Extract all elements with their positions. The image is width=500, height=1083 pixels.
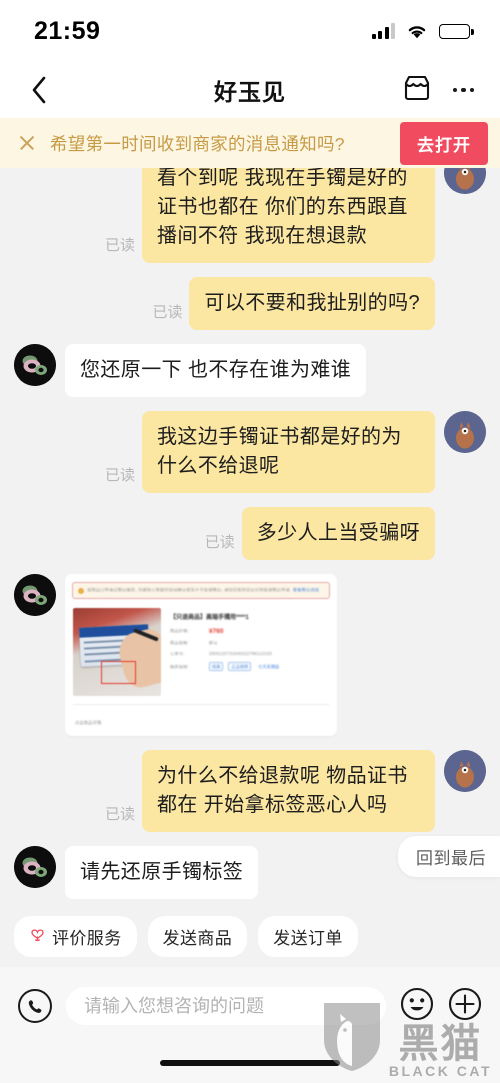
message-input-bar (0, 967, 500, 1043)
close-icon[interactable] (16, 132, 38, 154)
avatar[interactable] (14, 574, 56, 616)
avatar-spacer (444, 507, 486, 549)
notification-banner-text: 希望第一时间收到商家的消息通知吗? (50, 133, 345, 154)
avatar[interactable] (444, 411, 486, 453)
search-input[interactable] (66, 987, 386, 1025)
order-card-alert: 该商品已申请过售后服务, 为避免订单超时自动确认收货不予受理售后, 请您在收到货… (72, 582, 330, 599)
notification-banner: 希望第一时间收到商家的消息通知吗? 去打开 (0, 118, 500, 168)
chevron-left-icon[interactable] (22, 73, 56, 107)
battery-icon (439, 23, 474, 39)
order-card-title: 【只退商品】高端手镯用****1 (170, 615, 249, 621)
read-status: 已读 (204, 534, 235, 551)
phone-call-icon[interactable] (18, 989, 52, 1023)
order-card-row: 订单号: 2505120731640222786112233 (170, 652, 329, 656)
smiley-icon[interactable] (400, 987, 434, 1026)
read-status: 已读 (105, 806, 136, 823)
status-time: 21:59 (34, 16, 101, 45)
quick-action-label: 发送商品 (162, 929, 233, 948)
avatar[interactable] (444, 168, 486, 194)
message-row: 已读 为什么不给退款呢 物品证书都在 开始拿标签恶心人吗 (0, 750, 500, 832)
order-card-label: 订单号: (170, 651, 185, 656)
quick-action-rate-service[interactable]: 评价服务 (14, 916, 137, 957)
message-bubble[interactable]: 我这边手镯证书都是好的为什么不给退呢 (142, 411, 435, 493)
heart-ribbon-icon (29, 926, 46, 948)
order-card-label: 服务保障: (170, 664, 189, 669)
order-card-alert-link[interactable]: 查看售后进度 (293, 588, 319, 592)
order-card-row: 商品规格: 默认 (170, 641, 329, 645)
nav-bar: 好玉见 (0, 62, 500, 118)
status-bar: 21:59 (0, 0, 500, 62)
quick-action-label: 发送订单 (273, 929, 343, 948)
order-card-footer-text[interactable]: 点击商品详情 (75, 720, 101, 725)
status-indicators (371, 23, 474, 40)
message-row: 已读 看个到呢 我现在手镯是好的 证书也都在 你们的东西跟直播间不符 我现在想退… (0, 168, 500, 263)
warning-icon (78, 587, 84, 594)
open-notification-button[interactable]: 去打开 (400, 121, 488, 165)
order-card-label: 商品价格: (170, 628, 189, 633)
message-row: 您还原一下 也不存在谁为难谁 (0, 344, 500, 397)
message-row: 请先还原手镯标签 回到最后 (0, 836, 500, 899)
message-bubble[interactable]: 请先还原手镯标签 (65, 846, 259, 899)
signal-bars-icon (371, 23, 395, 39)
order-card-photo (73, 608, 161, 696)
message-row: 该商品已申请过售后服务, 为避免订单超时自动确认收货不予受理售后, 请您在收到货… (0, 574, 500, 736)
order-card-label: 商品规格: (170, 641, 189, 645)
order-card-tag: 正品保障 (228, 662, 252, 672)
avatar-spacer (444, 277, 486, 319)
order-card-value: 2505120731640222786112233 (209, 651, 272, 656)
order-card-tag: 七天无理由 (258, 663, 280, 669)
chat-screen: 21:59 好玉见 希望第一时间收到商家的消息通知吗? 去打开 已读 看个到呢 … (0, 0, 500, 1083)
message-list[interactable]: 已读 看个到呢 我现在手镯是好的 证书也都在 你们的东西跟直播间不符 我现在想退… (0, 168, 500, 908)
order-card-tag: 保真 (209, 662, 224, 672)
home-indicator (160, 1060, 340, 1066)
message-bubble[interactable]: 可以不要和我扯别的吗? (189, 277, 435, 330)
back-to-latest-button[interactable]: 回到最后 (398, 836, 500, 877)
message-bubble[interactable]: 您还原一下 也不存在谁为难谁 (65, 344, 367, 397)
order-card-row: 服务保障: 保真 正品保障 七天无理由 (170, 662, 329, 672)
message-bubble[interactable]: 多少人上当受骗呀 (241, 507, 435, 560)
message-row: 已读 可以不要和我扯别的吗? (0, 277, 500, 330)
avatar[interactable] (444, 750, 486, 792)
more-horizontal-icon[interactable] (452, 82, 474, 99)
quick-action-label: 评价服务 (52, 929, 122, 948)
wifi-icon (406, 23, 428, 40)
avatar[interactable] (14, 846, 56, 888)
order-card-value: 默认 (209, 641, 218, 645)
read-status: 已读 (105, 237, 136, 254)
message-row: 已读 我这边手镯证书都是好的为什么不给退呢 (0, 411, 500, 493)
order-card-price: ¥760 (209, 627, 224, 635)
storefront-icon[interactable] (401, 74, 433, 107)
quick-action-send-order[interactable]: 发送订单 (258, 916, 358, 957)
read-status: 已读 (152, 304, 183, 321)
order-card-alert-text: 该商品已申请过售后服务, 为避免订单超时自动确认收货不予受理售后, 请您在收到货… (87, 588, 290, 593)
message-row: 已读 多少人上当受骗呀 (0, 507, 500, 560)
home-indicator-area (0, 1043, 500, 1083)
avatar[interactable] (14, 344, 56, 386)
plus-icon[interactable] (448, 987, 482, 1026)
order-card-row: 商品价格: ¥760 (170, 628, 329, 635)
message-bubble[interactable]: 为什么不给退款呢 物品证书都在 开始拿标签恶心人吗 (142, 750, 435, 832)
quick-action-bar: 评价服务 发送商品 发送订单 (0, 908, 500, 967)
message-bubble[interactable]: 看个到呢 我现在手镯是好的 证书也都在 你们的东西跟直播间不符 我现在想退款 (142, 168, 435, 263)
quick-action-send-product[interactable]: 发送商品 (147, 916, 248, 957)
read-status: 已读 (105, 467, 136, 484)
order-card[interactable]: 该商品已申请过售后服务, 为避免订单超时自动确认收货不予受理售后, 请您在收到货… (65, 574, 337, 736)
